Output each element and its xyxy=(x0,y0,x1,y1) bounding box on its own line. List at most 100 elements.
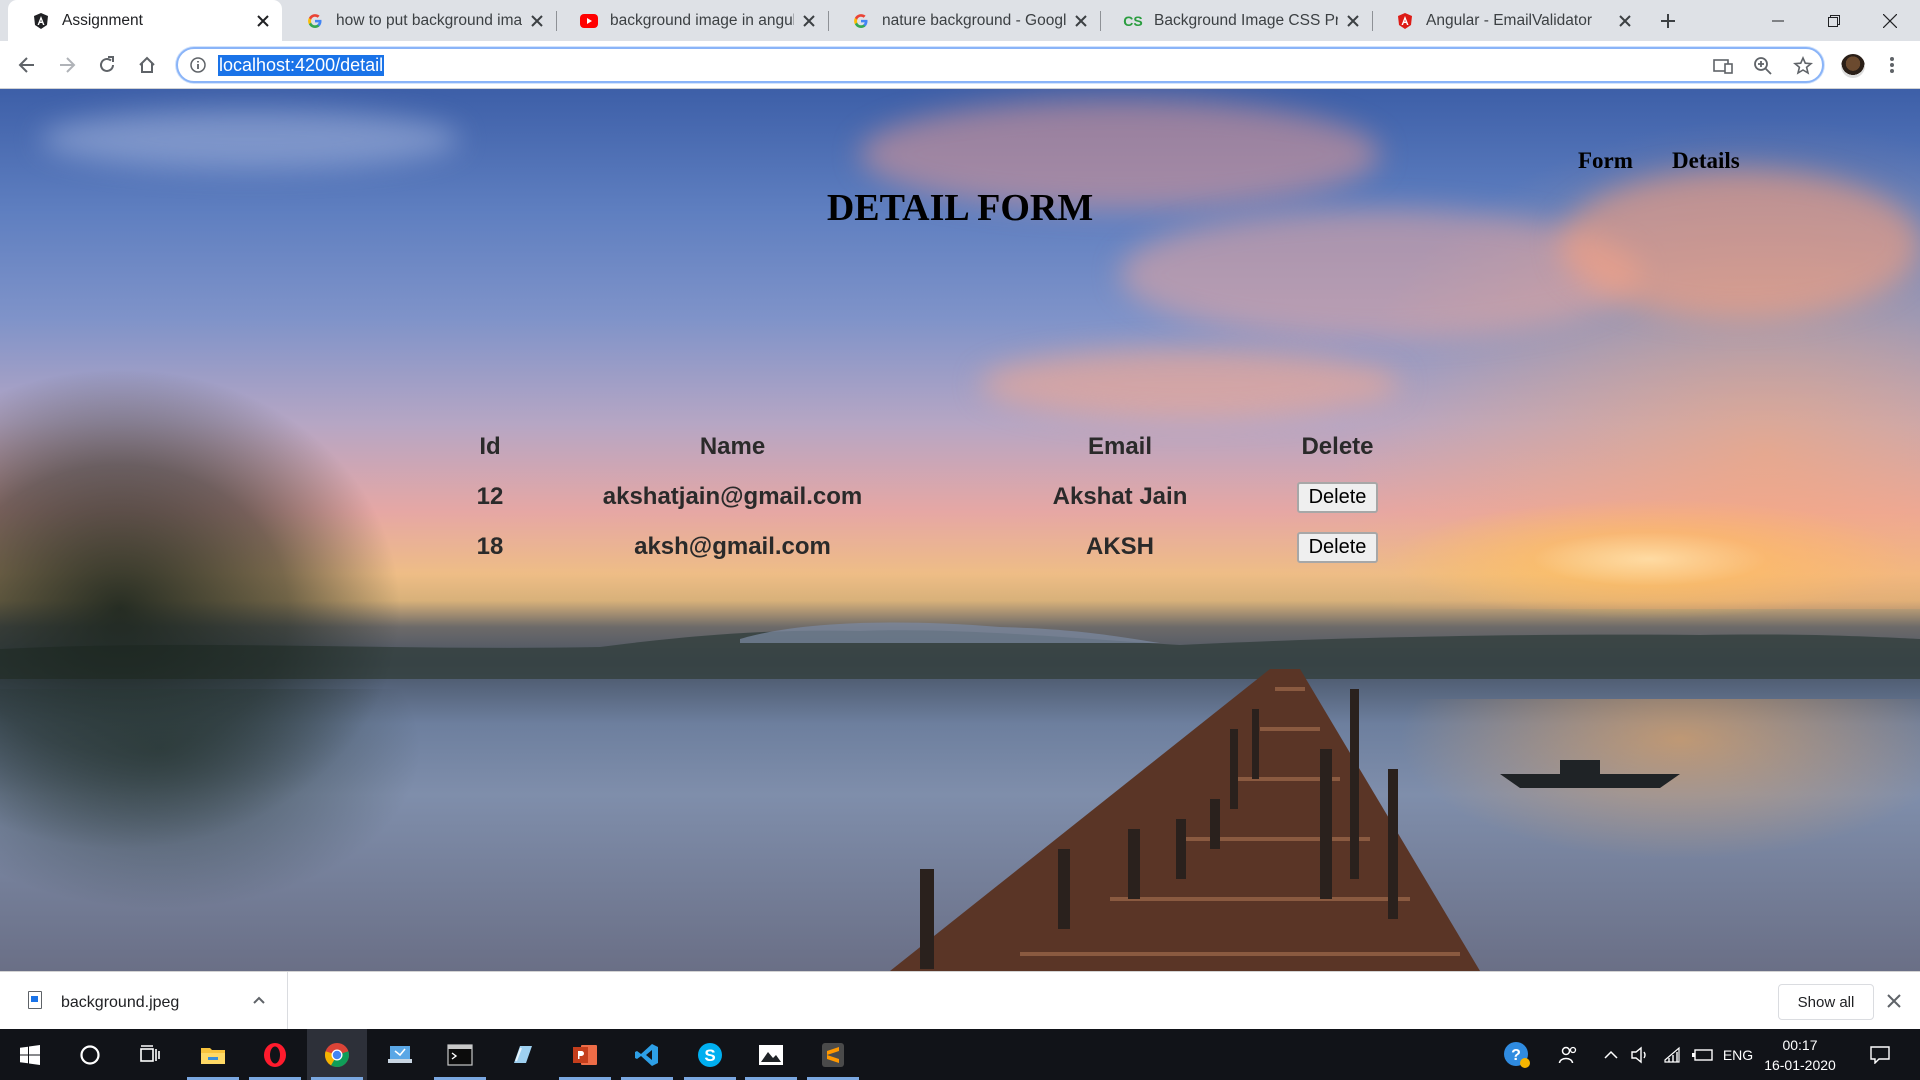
cortana-search-icon[interactable] xyxy=(60,1029,120,1080)
tab-title: nature background - Google xyxy=(882,11,1066,29)
home-icon xyxy=(139,56,155,73)
image-file-icon xyxy=(28,991,42,1009)
css-icon: CS xyxy=(1123,12,1143,29)
table-row: 12 akshatjain@gmail.com Akshat Jain Dele… xyxy=(460,472,1380,522)
download-bar: background.jpeg Show all xyxy=(0,971,1920,1030)
address-text[interactable]: localhost:4200/detail xyxy=(218,55,385,76)
site-info-icon[interactable] xyxy=(190,57,206,73)
sublime-text-icon[interactable] xyxy=(803,1029,863,1080)
youtube-icon xyxy=(580,12,598,30)
zoom-icon[interactable] xyxy=(1752,56,1774,76)
cast-icon[interactable] xyxy=(1712,56,1734,76)
battery-icon[interactable] xyxy=(1690,1029,1716,1080)
clock-date: 16-01-2020 xyxy=(1764,1057,1836,1073)
language-indicator[interactable]: ENG xyxy=(1720,1029,1756,1080)
more-vertical-icon xyxy=(1890,57,1894,73)
photos-icon[interactable] xyxy=(741,1029,801,1080)
cell-id: 12 xyxy=(476,483,504,510)
close-tab-icon[interactable] xyxy=(528,12,546,30)
skype-icon[interactable]: S xyxy=(680,1029,740,1080)
google-g-icon xyxy=(306,12,324,30)
clock-time: 00:17 xyxy=(1782,1037,1818,1053)
restore-icon xyxy=(1828,14,1840,27)
cloud xyxy=(980,349,1400,419)
plus-icon xyxy=(1661,14,1675,28)
back-button[interactable] xyxy=(15,53,39,77)
powerpoint-icon[interactable] xyxy=(555,1029,615,1080)
close-download-bar-icon[interactable] xyxy=(1886,993,1902,1009)
nav-link-form[interactable]: Form xyxy=(1578,148,1633,174)
chrome-icon[interactable] xyxy=(307,1029,367,1080)
cell-email: AKSH xyxy=(1085,533,1154,560)
download-filename[interactable]: background.jpeg xyxy=(61,994,179,1012)
tab-background-search[interactable]: how to put background imag xyxy=(282,0,556,41)
vscode-icon[interactable] xyxy=(617,1029,677,1080)
address-bar[interactable]: localhost:4200/detail xyxy=(176,47,1824,83)
column-header-delete: Delete xyxy=(1301,433,1374,460)
opera-icon[interactable] xyxy=(245,1029,305,1080)
svg-text:?: ? xyxy=(1511,1047,1521,1064)
tab-angular-emailvalidator[interactable]: Angular - EmailValidator xyxy=(1372,0,1644,41)
nav-link-details[interactable]: Details xyxy=(1672,148,1740,174)
cell-id: 18 xyxy=(476,533,504,560)
column-header-id: Id xyxy=(479,433,501,460)
browser-toolbar: localhost:4200/detail xyxy=(0,41,1920,89)
tab-strip: Assignment how to put background imag ba… xyxy=(0,0,1920,41)
close-window-button[interactable] xyxy=(1862,0,1918,41)
close-tab-icon[interactable] xyxy=(1616,12,1634,30)
notepad-icon[interactable] xyxy=(492,1029,552,1080)
angular-shield-icon xyxy=(1396,12,1414,30)
table-header-row: Id Name Email Delete xyxy=(460,422,1380,472)
tab-youtube[interactable]: background image in angula xyxy=(556,0,828,41)
download-item[interactable]: background.jpeg xyxy=(0,972,288,1030)
forward-arrow-icon xyxy=(60,57,76,73)
cell-delete: Delete xyxy=(1295,522,1380,572)
tab-title: Angular - EmailValidator xyxy=(1426,11,1592,29)
cell-email: Akshat Jain xyxy=(1052,483,1188,510)
wifi-icon[interactable] xyxy=(1660,1029,1686,1080)
speaker-icon[interactable] xyxy=(1627,1029,1653,1080)
reload-icon xyxy=(100,56,114,72)
tab-title: background image in angula xyxy=(610,11,794,29)
tab-assignment[interactable]: Assignment xyxy=(8,0,282,41)
chevron-up-icon[interactable] xyxy=(250,992,268,1010)
column-header-name: Name xyxy=(699,433,766,460)
network-app-icon[interactable] xyxy=(370,1029,430,1080)
reload-button[interactable] xyxy=(95,53,119,77)
tab-title: Background Image CSS Prop xyxy=(1154,11,1338,29)
tab-title: Assignment xyxy=(62,11,143,29)
windows-start-icon[interactable] xyxy=(0,1029,60,1080)
help-icon[interactable]: ? xyxy=(1500,1029,1534,1080)
minimize-icon xyxy=(1772,20,1784,21)
cloud xyxy=(40,109,460,169)
clock[interactable]: 00:17 16-01-2020 xyxy=(1755,1035,1845,1075)
angular-a-icon xyxy=(32,12,50,30)
column-header-email: Email xyxy=(1087,433,1153,460)
show-all-button[interactable]: Show all xyxy=(1778,984,1874,1020)
back-arrow-icon xyxy=(18,57,34,73)
close-icon xyxy=(1883,13,1897,28)
profile-avatar[interactable] xyxy=(1841,54,1865,78)
file-explorer-icon[interactable] xyxy=(183,1029,243,1080)
bookmark-star-icon[interactable] xyxy=(1792,56,1814,76)
close-tab-icon[interactable] xyxy=(254,12,272,30)
close-tab-icon[interactable] xyxy=(800,12,818,30)
browser-menu-button[interactable] xyxy=(1880,53,1904,77)
chevron-up-icon[interactable] xyxy=(1600,1029,1622,1080)
close-tab-icon[interactable] xyxy=(1072,12,1090,30)
new-tab-button[interactable] xyxy=(1656,9,1680,33)
trees-reflection xyxy=(0,689,480,971)
forward-button[interactable] xyxy=(55,53,79,77)
terminal-icon[interactable] xyxy=(430,1029,490,1080)
task-view-icon[interactable] xyxy=(120,1029,180,1080)
home-button[interactable] xyxy=(135,53,159,77)
tab-nature-background[interactable]: nature background - Google xyxy=(828,0,1100,41)
close-tab-icon[interactable] xyxy=(1344,12,1362,30)
delete-button[interactable]: Delete xyxy=(1296,481,1379,513)
minimize-button[interactable] xyxy=(1750,0,1806,41)
people-icon[interactable] xyxy=(1553,1029,1583,1080)
notifications-icon[interactable] xyxy=(1865,1029,1895,1080)
tab-css-tricks[interactable]: CS Background Image CSS Prop xyxy=(1100,0,1372,41)
restore-button[interactable] xyxy=(1806,0,1862,41)
delete-button[interactable]: Delete xyxy=(1296,531,1379,563)
